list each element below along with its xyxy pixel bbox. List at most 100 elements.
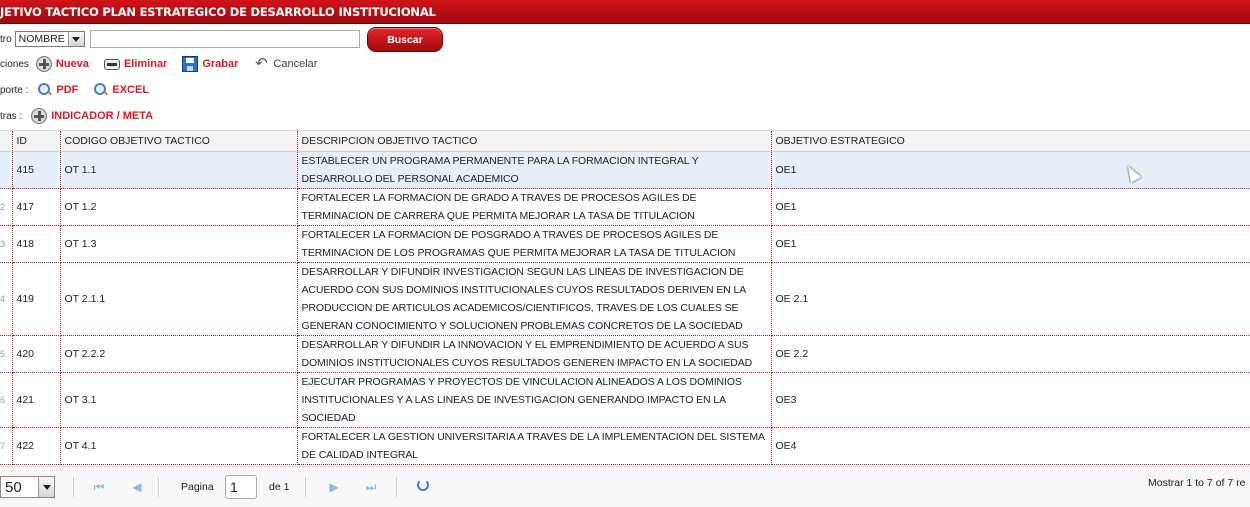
table-row[interactable]: 3 418 OT 1.3 FORTALECER LA FORMACION DE …	[0, 225, 1250, 263]
table-row[interactable]: 4 419 OT 2.1.1 DESARROLLAR Y DIFUNDIR IN…	[0, 262, 1250, 336]
row-number	[0, 151, 13, 189]
cell-id: 417	[12, 188, 61, 226]
cell-code: OT 3.1	[60, 372, 298, 428]
new-button[interactable]: Nueva	[35, 56, 89, 72]
cell-strategic-objective: OE4	[771, 427, 1250, 465]
row-number: 6	[0, 372, 13, 428]
row-number-header	[0, 130, 13, 152]
chevron-down-icon[interactable]	[38, 477, 54, 497]
cell-strategic-objective: OE1	[771, 225, 1250, 263]
cell-code: OT 1.1	[60, 151, 298, 189]
filter-label: tro	[0, 33, 12, 45]
search-input[interactable]	[89, 30, 360, 48]
delete-icon	[103, 58, 120, 70]
save-button[interactable]: Grabar	[182, 56, 238, 72]
search-button[interactable]: Buscar	[367, 27, 443, 52]
cell-strategic-objective: OE1	[771, 151, 1250, 189]
cell-id: 420	[12, 335, 61, 373]
save-label: Grabar	[202, 58, 239, 70]
cancel-label: Cancelar	[273, 58, 318, 70]
pager-summary: Mostrar 1 to 7 of 7 re	[1148, 477, 1246, 489]
separator	[73, 477, 75, 497]
magnifier-icon	[94, 83, 108, 97]
actions-row: ciones Nueva Eliminar Grabar ↶ Cancelar	[0, 54, 317, 74]
cell-description: EJECUTAR PROGRAMAS Y PROYECTOS DE VINCUL…	[297, 372, 772, 428]
cell-strategic-objective: OE3	[771, 372, 1250, 428]
row-number: 4	[0, 262, 13, 336]
filter-row: tro NOMBRE	[0, 29, 360, 49]
filter-field-value: NOMBRE	[18, 33, 65, 45]
data-table: ID CODIGO OBJETIVO TACTICO DESCRIPCION O…	[0, 130, 1250, 465]
cell-code: OT 4.1	[60, 427, 298, 465]
previous-page-icon[interactable]: ◀	[130, 480, 144, 494]
title-bar: JETIVO TACTICO PLAN ESTRATEGICO DE DESAR…	[0, 0, 1250, 24]
row-number: 2	[0, 188, 13, 226]
magnifier-icon	[38, 83, 52, 97]
cell-id: 418	[12, 225, 61, 263]
page-count-label: de 1	[269, 481, 290, 493]
table-row[interactable]: 415 OT 1.1 ESTABLECER UN PROGRAMA PERMAN…	[0, 151, 1250, 189]
cell-code: OT 2.1.1	[60, 262, 298, 336]
next-page-icon[interactable]: ▶	[327, 480, 341, 494]
cell-strategic-objective: OE 2.2	[771, 335, 1250, 373]
refresh-icon[interactable]	[417, 479, 429, 491]
report-row: porte : PDF EXCEL	[0, 80, 149, 100]
separator	[396, 477, 398, 497]
indicator-label: INDICADOR / META	[51, 110, 154, 122]
last-page-icon[interactable]: ⏭	[364, 480, 378, 494]
first-page-icon[interactable]: ⏮	[92, 480, 106, 494]
undo-icon: ↶	[255, 55, 268, 72]
cell-description: FORTALECER LA GESTION UNIVERSITARIA A TR…	[297, 427, 772, 465]
table-row[interactable]: 2 417 OT 1.2 FORTALECER LA FORMACION DE …	[0, 188, 1250, 226]
cell-id: 421	[12, 372, 61, 428]
excel-button[interactable]: EXCEL	[94, 83, 149, 97]
table-row[interactable]: 7 422 OT 4.1 FORTALECER LA GESTION UNIVE…	[0, 427, 1250, 465]
actions-label: ciones	[0, 58, 29, 70]
cell-id: 415	[12, 151, 61, 189]
column-header[interactable]: DESCRIPCION OBJETIVO TACTICO	[297, 130, 772, 152]
report-label: porte :	[0, 84, 29, 96]
column-header[interactable]: ID	[12, 130, 61, 152]
new-label: Nueva	[55, 58, 89, 70]
page-title: JETIVO TACTICO PLAN ESTRATEGICO DE DESAR…	[0, 5, 436, 19]
cell-code: OT 2.2.2	[60, 335, 298, 373]
row-number: 7	[0, 427, 13, 465]
others-label: tras :	[0, 110, 23, 122]
chevron-down-icon[interactable]	[67, 32, 84, 46]
separator	[158, 477, 160, 497]
cell-id: 422	[12, 427, 61, 465]
pager: 50 ⏮ ◀ Pagina 1 de 1 ▶ ⏭ Mostrar 1 to 7 …	[0, 466, 1250, 507]
cell-description: ESTABLECER UN PROGRAMA PERMANENTE PARA L…	[297, 151, 772, 189]
cell-strategic-objective: OE 2.1	[771, 262, 1250, 336]
delete-label: Eliminar	[123, 58, 168, 70]
table-row[interactable]: 5 420 OT 2.2.2 DESARROLLAR Y DIFUNDIR LA…	[0, 335, 1250, 373]
page-label: Pagina	[181, 481, 214, 493]
indicator-button[interactable]: INDICADOR / META	[31, 108, 153, 124]
excel-label: EXCEL	[112, 84, 150, 96]
others-row: tras : INDICADOR / META	[0, 106, 153, 126]
add-icon	[35, 56, 52, 72]
cell-description: DESARROLLAR Y DIFUNDIR LA INNOVACION Y E…	[297, 335, 772, 373]
pdf-label: PDF	[56, 84, 79, 96]
page-number-input[interactable]: 1	[225, 475, 257, 499]
cell-strategic-objective: OE1	[771, 188, 1250, 226]
column-header[interactable]: CODIGO OBJETIVO TACTICO	[60, 130, 298, 152]
row-number: 3	[0, 225, 13, 263]
table-header: ID CODIGO OBJETIVO TACTICO DESCRIPCION O…	[0, 130, 1250, 152]
separator	[305, 477, 307, 497]
table-row[interactable]: 6 421 OT 3.1 EJECUTAR PROGRAMAS Y PROYEC…	[0, 372, 1250, 428]
cell-id: 419	[12, 262, 61, 336]
column-header[interactable]: OBJETIVO ESTRATEGICO	[771, 130, 1250, 152]
cancel-button[interactable]: ↶ Cancelar	[253, 56, 317, 72]
cell-code: OT 1.3	[60, 225, 298, 263]
filter-field-select[interactable]: NOMBRE	[14, 31, 85, 47]
cell-description: DESARROLLAR Y DIFUNDIR INVESTIGACION SEG…	[297, 262, 772, 336]
cell-description: FORTALECER LA FORMACION DE POSGRADO A TR…	[297, 225, 772, 263]
page-size-value: 50	[5, 478, 22, 496]
cell-code: OT 1.2	[60, 188, 298, 226]
page-size-select[interactable]: 50	[0, 476, 55, 498]
row-number: 5	[0, 335, 13, 373]
delete-button[interactable]: Eliminar	[103, 58, 168, 70]
add-icon	[31, 108, 48, 124]
pdf-button[interactable]: PDF	[38, 83, 78, 97]
